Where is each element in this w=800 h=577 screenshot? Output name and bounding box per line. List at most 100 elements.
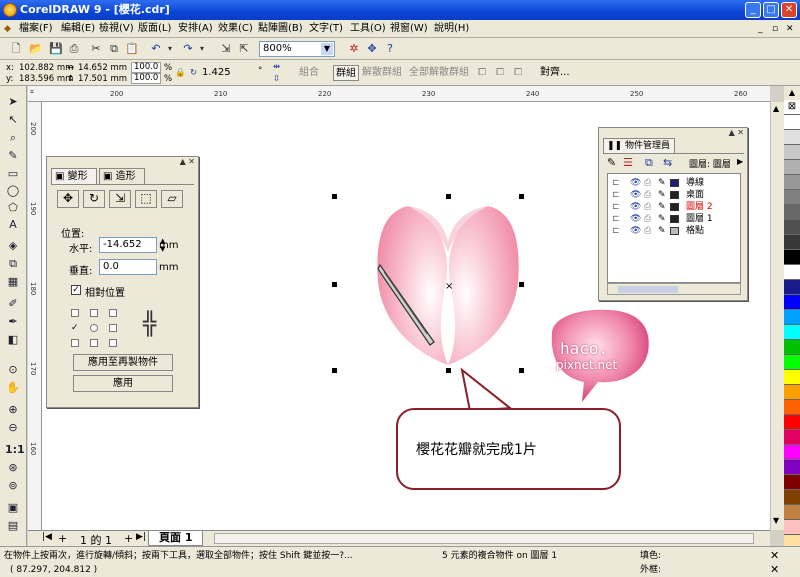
palette-swatch[interactable] — [784, 475, 800, 490]
menu-arrange[interactable]: 安排(A) — [178, 22, 213, 36]
edit-pencil-icon[interactable]: ✎ — [658, 177, 666, 189]
menu-edit[interactable]: 編輯(E) — [61, 22, 95, 36]
page-tab-1[interactable]: 頁面 1 — [148, 531, 204, 546]
selection-handle-bottom[interactable] — [446, 368, 451, 373]
palette-swatch[interactable] — [784, 235, 800, 250]
zoom-actual-size-icon[interactable]: 1:1 — [5, 442, 25, 458]
polygon-tool-icon[interactable]: ⬠ — [5, 200, 21, 216]
menu-effects[interactable]: 效果(C) — [218, 22, 253, 36]
zoom-one-shot-icon[interactable]: ⊙ — [5, 362, 21, 378]
transparency-tool-icon[interactable]: ▦ — [5, 274, 21, 290]
anchor-bottom-right[interactable] — [109, 339, 117, 347]
menu-window[interactable]: 視窗(W) — [390, 22, 428, 36]
redo-dropdown-icon[interactable]: ▾ — [194, 41, 210, 57]
selection-handle-right[interactable] — [519, 282, 524, 287]
print-icon[interactable]: ⎙ — [66, 41, 82, 57]
cut-icon[interactable]: ✂ — [88, 41, 104, 57]
horizontal-position-input[interactable]: -14.652 — [99, 237, 157, 253]
palette-swatch[interactable] — [784, 340, 800, 355]
horizontal-ruler[interactable]: ⌗ 200 210 220 230 240 250 260 — [28, 86, 770, 102]
tab-transform[interactable]: ▣ 變形 — [51, 168, 97, 184]
new-icon[interactable]: 🗋 — [8, 41, 24, 57]
ellipse-tool-icon[interactable]: ◯ — [5, 183, 21, 199]
anchor-top-right[interactable] — [109, 309, 117, 317]
minimize-button[interactable]: _ — [745, 2, 761, 18]
palette-swatch[interactable] — [784, 130, 800, 145]
edit-pencil-icon[interactable]: ✎ — [658, 213, 666, 225]
layer-list-scrollbar[interactable] — [607, 283, 741, 295]
visibility-eye-icon[interactable]: 👁 — [630, 213, 641, 225]
zoom-page-icon[interactable]: ▣ — [5, 500, 21, 516]
layer-row[interactable]: ⊏ 👁 ⎙ ✎ 桌面 — [608, 189, 740, 201]
layer-color-swatch[interactable] — [670, 179, 679, 187]
last-page-icon[interactable]: ▶| — [136, 532, 146, 542]
first-page-icon[interactable]: |◀ — [42, 532, 52, 542]
layer-expand-icon[interactable]: ⊏ — [612, 225, 620, 237]
anchor-point-grid[interactable]: ✓ — [71, 309, 117, 347]
document-icon[interactable]: ◆ — [4, 22, 11, 36]
lock-ratio-icon[interactable]: 🔒 — [175, 68, 186, 78]
layer-row[interactable]: ⊏ 👁 ⎙ ✎ 圖層 1 — [608, 213, 740, 225]
show-properties-icon[interactable]: ☰ — [623, 156, 633, 169]
hand-tool-icon[interactable]: ✋ — [5, 380, 21, 396]
doc-restore-button[interactable]: ▫ — [772, 22, 778, 36]
edit-pencil-icon[interactable]: ✎ — [658, 225, 666, 237]
fill-tool-icon[interactable]: ◧ — [5, 332, 21, 348]
selection-handle-left[interactable] — [332, 282, 337, 287]
add-page-after-icon[interactable]: + — [124, 532, 133, 545]
ruler-corner-icon[interactable]: ⌗ — [30, 88, 34, 97]
palette-swatch[interactable] — [784, 205, 800, 220]
palette-swatch[interactable] — [784, 175, 800, 190]
import-icon[interactable]: ⇲ — [218, 41, 234, 57]
docker-titlebar[interactable]: ▲ ✕ — [599, 128, 747, 138]
rotate-mode-icon[interactable]: ↻ — [83, 190, 105, 208]
menu-help[interactable]: 說明(H) — [434, 22, 469, 36]
outline-none-icon[interactable]: ✕ — [770, 564, 779, 576]
scroll-up-icon[interactable]: ▲ — [773, 104, 779, 113]
horizontal-scrollbar[interactable] — [214, 533, 754, 544]
paste-icon[interactable]: 📋 — [124, 41, 140, 57]
outline-tool-icon[interactable]: ✒ — [5, 314, 21, 330]
palette-swatch[interactable] — [784, 265, 800, 280]
undo-dropdown-icon[interactable]: ▾ — [162, 41, 178, 57]
menu-bitmaps[interactable]: 點陣圖(B) — [258, 22, 303, 36]
zoom-page-width-icon[interactable]: ▤ — [5, 518, 21, 534]
palette-swatch[interactable] — [784, 160, 800, 175]
anchor-top-left[interactable] — [71, 309, 79, 317]
palette-swatch[interactable] — [784, 385, 800, 400]
size-mode-icon[interactable]: ⬚ — [135, 190, 157, 208]
printer-icon[interactable]: ⎙ — [644, 177, 651, 189]
anchor-left-checked[interactable]: ✓ — [71, 324, 79, 333]
pick-tool-icon[interactable]: ➤ — [5, 94, 21, 110]
close-button[interactable]: ✕ — [781, 2, 797, 18]
y-position-field[interactable]: 183.596 mm — [19, 74, 73, 84]
layer-color-swatch[interactable] — [670, 203, 679, 211]
printer-icon[interactable]: ⎙ — [644, 213, 651, 225]
anchor-top[interactable] — [90, 309, 98, 317]
mirror-horizontal-icon[interactable]: ⇹ — [273, 62, 280, 72]
corel-online-icon[interactable]: ✥ — [364, 41, 380, 57]
zoom-all-icon[interactable]: ⊚ — [5, 478, 21, 494]
layer-color-swatch[interactable] — [670, 215, 679, 223]
selection-handle-top[interactable] — [446, 194, 451, 199]
palette-swatch[interactable] — [784, 415, 800, 430]
palette-swatch[interactable] — [784, 220, 800, 235]
printer-icon[interactable]: ⎙ — [644, 201, 651, 213]
add-page-before-icon[interactable]: + — [58, 532, 67, 545]
palette-swatch[interactable] — [784, 400, 800, 415]
edit-pencil-icon[interactable]: ✎ — [658, 201, 666, 213]
edit-across-layers-icon[interactable]: ⇆ — [663, 156, 672, 169]
palette-swatch[interactable] — [784, 280, 800, 295]
palette-swatch[interactable] — [784, 445, 800, 460]
copy-icon[interactable]: ⧉ — [106, 41, 122, 57]
anchor-bottom-left[interactable] — [71, 339, 79, 347]
docker-titlebar[interactable]: ▲ ✕ — [47, 157, 198, 167]
palette-swatch[interactable] — [784, 295, 800, 310]
tab-object-manager[interactable]: ❚❚ 物件管理員 — [603, 138, 675, 153]
scale-width-field[interactable]: 100.0 — [131, 62, 161, 73]
apply-button[interactable]: 應用 — [73, 375, 173, 392]
corel-app-icon[interactable] — [3, 3, 17, 17]
shape-tool-icon[interactable]: ↖ — [5, 112, 21, 128]
skew-mode-icon[interactable]: ▱ — [161, 190, 183, 208]
layer-row[interactable]: ⊏ 👁 ⎙ ✎ 圖層 2 — [608, 201, 740, 213]
